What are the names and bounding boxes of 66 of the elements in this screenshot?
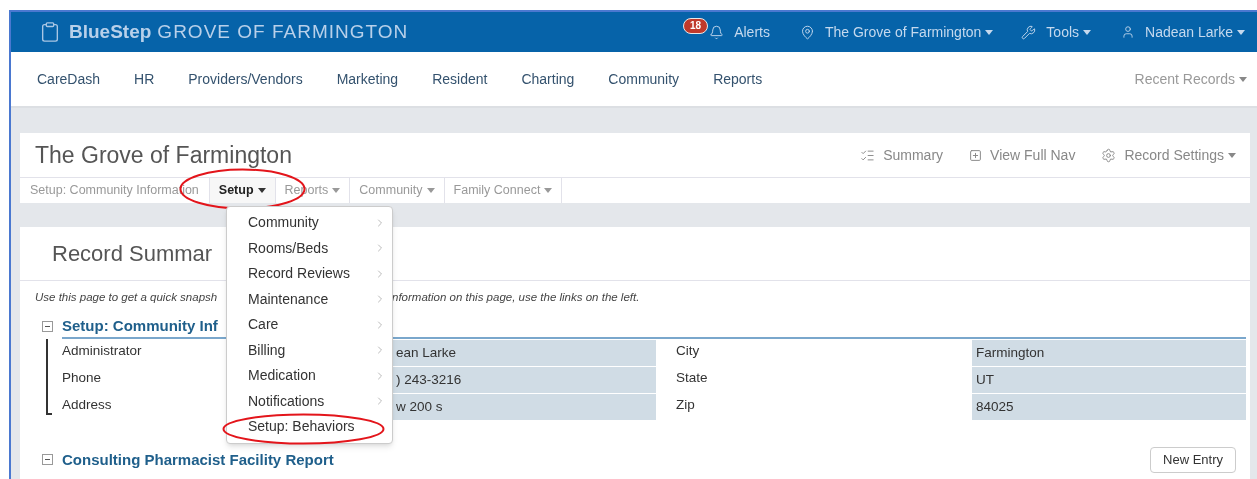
nav-link[interactable]: HR <box>134 68 155 90</box>
record-action-link[interactable]: Summary <box>860 144 944 166</box>
alert-count-badge: 18 <box>683 18 709 34</box>
site-name: GROVE OF FARMINGTON <box>157 19 409 44</box>
location-menu[interactable]: The Grove of Farmington <box>799 21 994 43</box>
bell-icon <box>709 24 725 40</box>
field-value: UT <box>972 367 1246 393</box>
new-entry-button[interactable]: New Entry <box>1150 447 1236 473</box>
record-action-link[interactable]: View Full Nav <box>969 144 1076 166</box>
caret-icon <box>1083 29 1092 35</box>
record-summary-heading: Record Summar <box>52 240 213 268</box>
nav-link[interactable]: Providers/Vendors <box>188 68 303 90</box>
record-title: The Grove of Farmington <box>35 140 292 170</box>
alerts-button[interactable]: Alerts <box>709 21 770 43</box>
record-tab[interactable]: Setup <box>209 178 276 203</box>
menu-item[interactable]: Notifications <box>227 388 392 414</box>
field-value: 84025 <box>972 394 1246 420</box>
menu-item[interactable]: Care <box>227 312 392 338</box>
field-label: Administrator <box>62 342 143 360</box>
menu-item[interactable]: Record Reviews <box>227 261 392 287</box>
field-label: Phone <box>62 369 103 387</box>
menu-item[interactable]: Maintenance <box>227 286 392 312</box>
caret-icon <box>1237 29 1245 35</box>
nav-link[interactable]: CareDash <box>37 68 101 90</box>
collapse-icon[interactable] <box>42 454 53 466</box>
caret-icon <box>1239 76 1247 82</box>
section-heading[interactable]: Setup: Community Inf <box>62 314 218 338</box>
menu-item[interactable]: Billing <box>227 337 392 363</box>
nav-link[interactable]: Marketing <box>336 68 399 90</box>
caret-icon <box>1228 152 1236 158</box>
field-value: w 200 s <box>392 394 656 420</box>
list-icon <box>860 147 876 163</box>
field-value: Farmington <box>972 340 1246 366</box>
field-label: Zip <box>676 396 696 414</box>
field-value: ) 243-3216 <box>392 367 656 393</box>
nav-link[interactable]: Community <box>608 68 680 90</box>
description-text: nformation on this page, use the links on the left. <box>392 290 640 306</box>
map-pin-icon <box>799 24 815 40</box>
field-label: Address <box>62 396 113 414</box>
section-heading[interactable]: Consulting Pharmacist Facility Report <box>62 448 334 471</box>
caret-icon <box>985 29 994 35</box>
brand-name[interactable]: BlueStep <box>69 17 152 47</box>
nav-link[interactable]: Charting <box>521 68 575 90</box>
menu-item[interactable]: Rooms/Beds <box>227 235 392 261</box>
tools-menu[interactable]: Tools <box>1021 21 1092 43</box>
wrench-icon <box>1021 24 1037 40</box>
nav-link[interactable]: Reports <box>713 68 763 90</box>
settings-icon <box>1101 147 1117 163</box>
record-action-link[interactable]: Record Settings <box>1101 144 1236 166</box>
user-icon <box>1121 25 1136 39</box>
caret-icon <box>544 188 553 193</box>
user-menu[interactable]: Nadean Larke <box>1121 21 1245 43</box>
menu-item[interactable]: Medication <box>227 363 392 389</box>
field-label: City <box>676 342 701 360</box>
caret-icon <box>257 188 266 193</box>
nav-link[interactable]: Resident <box>432 68 488 90</box>
menu-item[interactable]: Setup: Behaviors <box>227 414 392 440</box>
menu-item[interactable]: Community <box>227 210 392 236</box>
plus-icon <box>969 148 983 162</box>
caret-icon <box>332 188 341 193</box>
description-text: Use this page to get a quick snapsh <box>35 290 219 306</box>
field-label: State <box>676 369 709 387</box>
collapse-icon[interactable] <box>42 320 53 332</box>
field-value: ean Larke <box>392 340 656 366</box>
clipboard-icon <box>39 21 61 43</box>
caret-icon <box>426 188 435 193</box>
